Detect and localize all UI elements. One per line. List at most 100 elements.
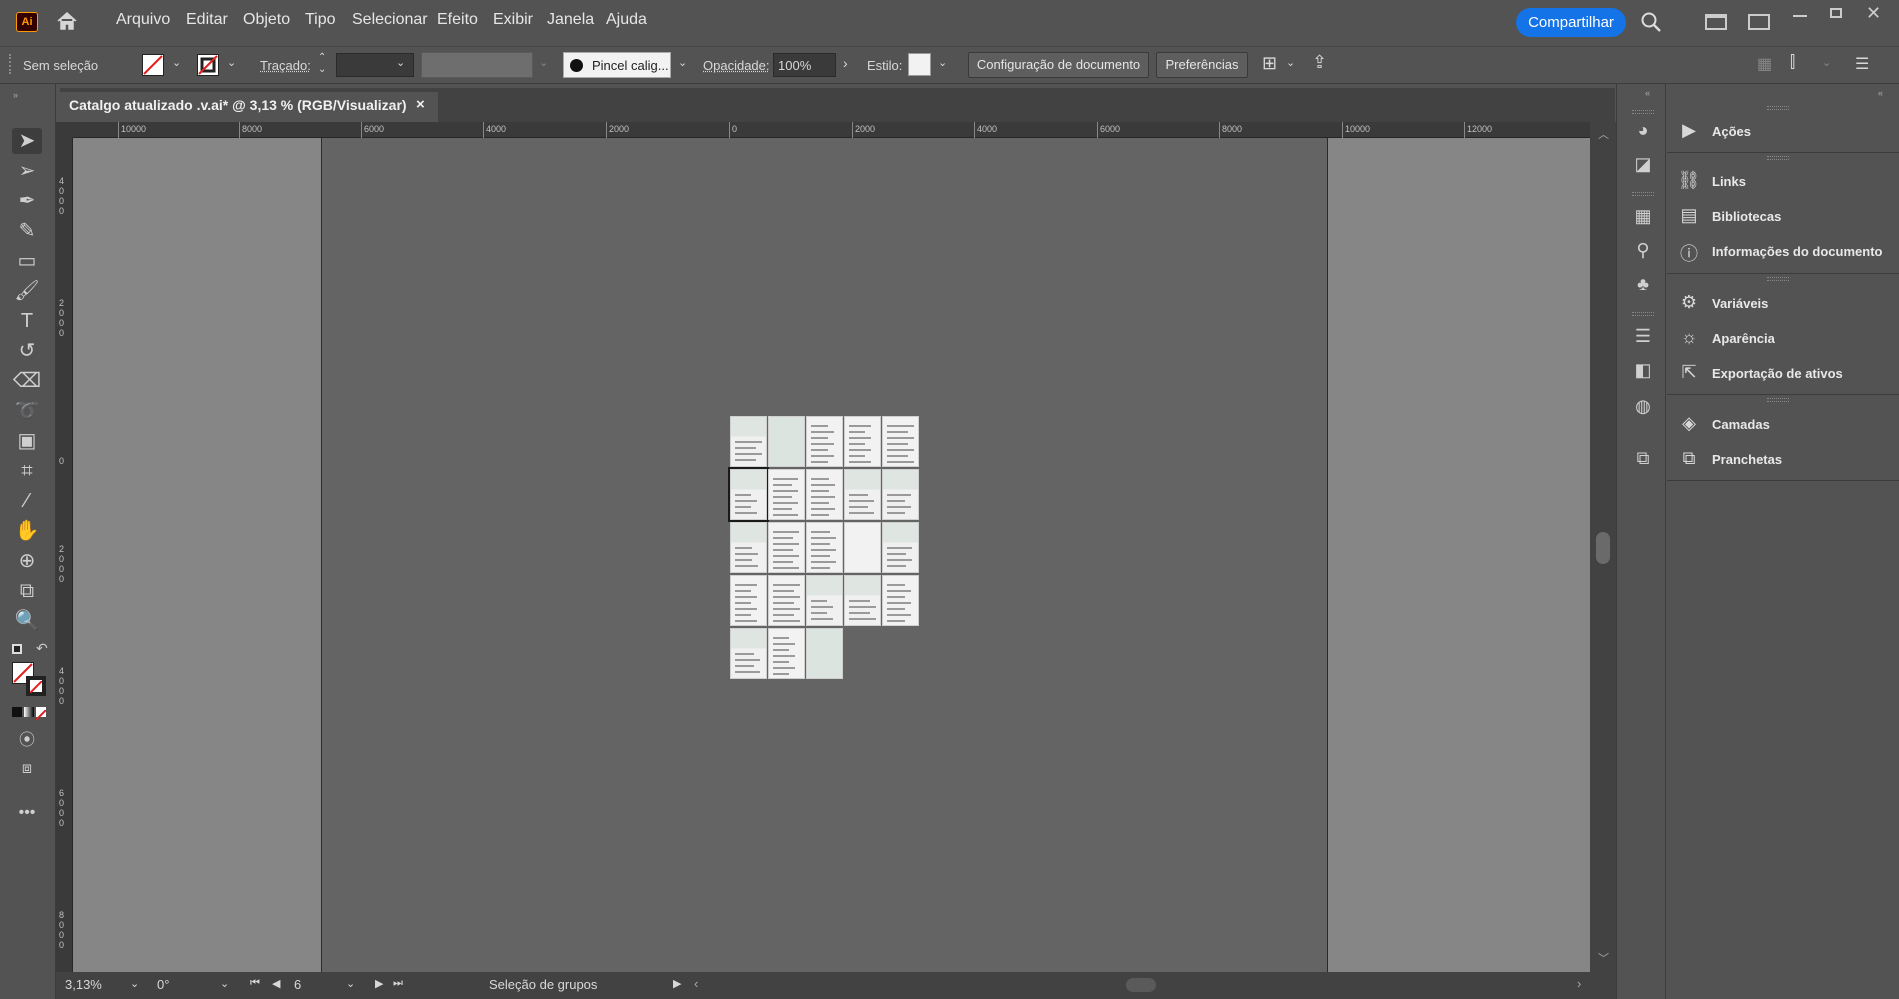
- maximize-icon[interactable]: [1830, 8, 1842, 18]
- arrange-docs-icon[interactable]: [1748, 14, 1770, 30]
- lasso-tool-icon[interactable]: ➰: [12, 398, 42, 424]
- panel-document-info[interactable]: ⓘ Informações do documento: [1667, 236, 1899, 268]
- puppet-warp-tool-icon[interactable]: ✋: [12, 518, 42, 544]
- artboard-thumbnail[interactable]: [882, 416, 919, 467]
- color-guide-icon[interactable]: ◕: [1631, 120, 1655, 142]
- stroke-dropdown-icon[interactable]: ⌄: [227, 56, 236, 69]
- transform-panel-icon[interactable]: ⧉: [1631, 448, 1655, 470]
- symbols-icon[interactable]: ♣: [1631, 274, 1655, 296]
- stroke-panel-icon[interactable]: ☰: [1631, 326, 1655, 348]
- menu-arquivo[interactable]: Arquivo: [116, 11, 170, 29]
- document-setup-button[interactable]: Configuração de documento: [968, 52, 1149, 78]
- gradient-panel-icon[interactable]: ◪: [1631, 154, 1655, 176]
- style-swatch[interactable]: [908, 53, 931, 76]
- mesh-tool-icon[interactable]: ⌗: [12, 458, 42, 484]
- screen-mode-icon[interactable]: ⧈: [12, 756, 42, 782]
- vertical-ruler[interactable]: 4000 2000 0 2000 4000 6000 8000: [56, 138, 73, 972]
- artboard-thumbnail[interactable]: [768, 469, 805, 520]
- align-icon[interactable]: ⊞: [1262, 53, 1277, 74]
- artboard-thumbnail[interactable]: [728, 467, 769, 522]
- type-tool-icon[interactable]: T: [12, 308, 42, 334]
- artboard-thumbnail[interactable]: [806, 469, 843, 520]
- artboard-dropdown-icon[interactable]: ⌄: [346, 977, 355, 990]
- artboard-thumbnail[interactable]: [882, 469, 919, 520]
- panel-appearance[interactable]: ☼ Aparência: [1667, 323, 1899, 355]
- stroke-stepper[interactable]: ⌃ ⌄: [318, 52, 326, 76]
- shape-builder-tool-icon[interactable]: ⊕: [12, 548, 42, 574]
- distribute-icon[interactable]: ⫿: [1790, 54, 1795, 72]
- artboard-number[interactable]: 6: [294, 977, 301, 992]
- pen-tool-icon[interactable]: ✒: [12, 188, 42, 214]
- scroll-left-icon[interactable]: ‹: [694, 976, 698, 991]
- recolor-icon[interactable]: ⇪: [1312, 52, 1327, 73]
- scroll-down-icon[interactable]: ﹀: [1598, 950, 1609, 966]
- artboard-thumbnail[interactable]: [882, 522, 919, 573]
- direct-selection-tool-icon[interactable]: ➢: [12, 158, 42, 184]
- none-mode-icon[interactable]: [35, 707, 47, 721]
- artboard-thumbnail[interactable]: [882, 575, 919, 626]
- artboard-thumbnail[interactable]: [730, 575, 767, 626]
- workspace-icon[interactable]: [1705, 14, 1727, 30]
- zoom-level[interactable]: 3,13%: [65, 977, 102, 992]
- artboard-thumbnail[interactable]: [768, 628, 805, 679]
- first-artboard-icon[interactable]: ⏮: [250, 977, 260, 990]
- ruler-origin[interactable]: [56, 122, 73, 138]
- arrange-icon[interactable]: ▦: [1757, 54, 1772, 74]
- artboard-thumbnail[interactable]: [768, 522, 805, 573]
- close-icon[interactable]: ✕: [1866, 3, 1881, 24]
- artboard-thumbnail[interactable]: [806, 575, 843, 626]
- profile-dropdown-icon[interactable]: ⌄: [539, 56, 548, 69]
- collapse-dock-icon[interactable]: «: [1645, 88, 1650, 98]
- panel-links[interactable]: ⛓ Links: [1667, 166, 1899, 198]
- color-mode-icon[interactable]: [12, 707, 22, 717]
- search-icon[interactable]: [1640, 11, 1662, 38]
- document-tab[interactable]: Catalgo atualizado .v.ai* @ 3,13 % (RGB/…: [60, 92, 438, 122]
- gradient-tool-icon[interactable]: ▣: [12, 428, 42, 454]
- stroke-color-icon[interactable]: [26, 676, 46, 696]
- status-menu-arrow-icon[interactable]: ▶: [673, 977, 681, 990]
- transparency-panel-icon[interactable]: ◧: [1631, 360, 1655, 382]
- eyedropper-tool-icon[interactable]: ⁄: [12, 488, 42, 514]
- menu-exibir[interactable]: Exibir: [493, 11, 533, 29]
- panel-menu-icon[interactable]: ☰: [1855, 54, 1869, 74]
- scroll-right-icon[interactable]: ›: [1577, 976, 1581, 991]
- opacity-label[interactable]: Opacidade:: [703, 58, 770, 73]
- fill-dropdown-icon[interactable]: ⌄: [172, 56, 181, 69]
- gradient-mode-icon[interactable]: [24, 707, 34, 717]
- opacity-arrow-icon[interactable]: ›: [843, 55, 848, 71]
- curvature-tool-icon[interactable]: ✎: [12, 218, 42, 244]
- panel-artboards[interactable]: ⧉ Pranchetas: [1667, 444, 1899, 476]
- more-tools-icon[interactable]: •••: [12, 800, 42, 826]
- stroke-swatch[interactable]: [197, 54, 219, 76]
- horizontal-scrollbar[interactable]: ‹ ›: [688, 972, 1588, 999]
- style-dropdown-icon[interactable]: ⌄: [938, 56, 947, 69]
- graphic-styles-icon[interactable]: ◍: [1631, 396, 1655, 418]
- artboard-thumbnail[interactable]: [730, 628, 767, 679]
- rotation-angle[interactable]: 0°: [157, 977, 169, 992]
- swap-colors-icon[interactable]: ↶: [36, 640, 48, 657]
- brushes-icon[interactable]: ⚲: [1631, 240, 1655, 262]
- menu-selecionar[interactable]: Selecionar: [352, 11, 428, 29]
- rotate-tool-icon[interactable]: ↺: [12, 338, 42, 364]
- artboard-thumbnail[interactable]: [806, 522, 843, 573]
- next-artboard-icon[interactable]: ▶: [375, 977, 383, 990]
- zoom-dropdown-icon[interactable]: ⌄: [130, 977, 139, 990]
- variable-width-profile[interactable]: [421, 52, 533, 78]
- menu-editar[interactable]: Editar: [186, 11, 228, 29]
- artboard-thumbnail[interactable]: [844, 469, 881, 520]
- panel-libraries[interactable]: ▤ Bibliotecas: [1667, 201, 1899, 233]
- menu-ajuda[interactable]: Ajuda: [606, 11, 647, 29]
- vertical-scroll-thumb[interactable]: [1596, 532, 1610, 564]
- artboard-thumbnail[interactable]: [844, 575, 881, 626]
- horizontal-ruler[interactable]: 10000 8000 6000 4000 2000 0 2000 4000 60…: [73, 122, 1590, 138]
- share-button[interactable]: Compartilhar: [1516, 8, 1626, 37]
- artboard-thumbnail[interactable]: [844, 416, 881, 467]
- artboard-thumbnail[interactable]: [730, 522, 767, 573]
- minimize-icon[interactable]: [1793, 15, 1807, 17]
- stroke-weight-dropdown-icon[interactable]: ⌄: [396, 56, 405, 69]
- panel-asset-export[interactable]: ⇱ Exportação de ativos: [1667, 358, 1899, 390]
- menu-tipo[interactable]: Tipo: [305, 11, 336, 29]
- align-dropdown-icon[interactable]: ⌄: [1286, 56, 1295, 69]
- tab-close-icon[interactable]: ×: [416, 96, 425, 113]
- distribute-dropdown-icon[interactable]: ⌄: [1822, 56, 1831, 69]
